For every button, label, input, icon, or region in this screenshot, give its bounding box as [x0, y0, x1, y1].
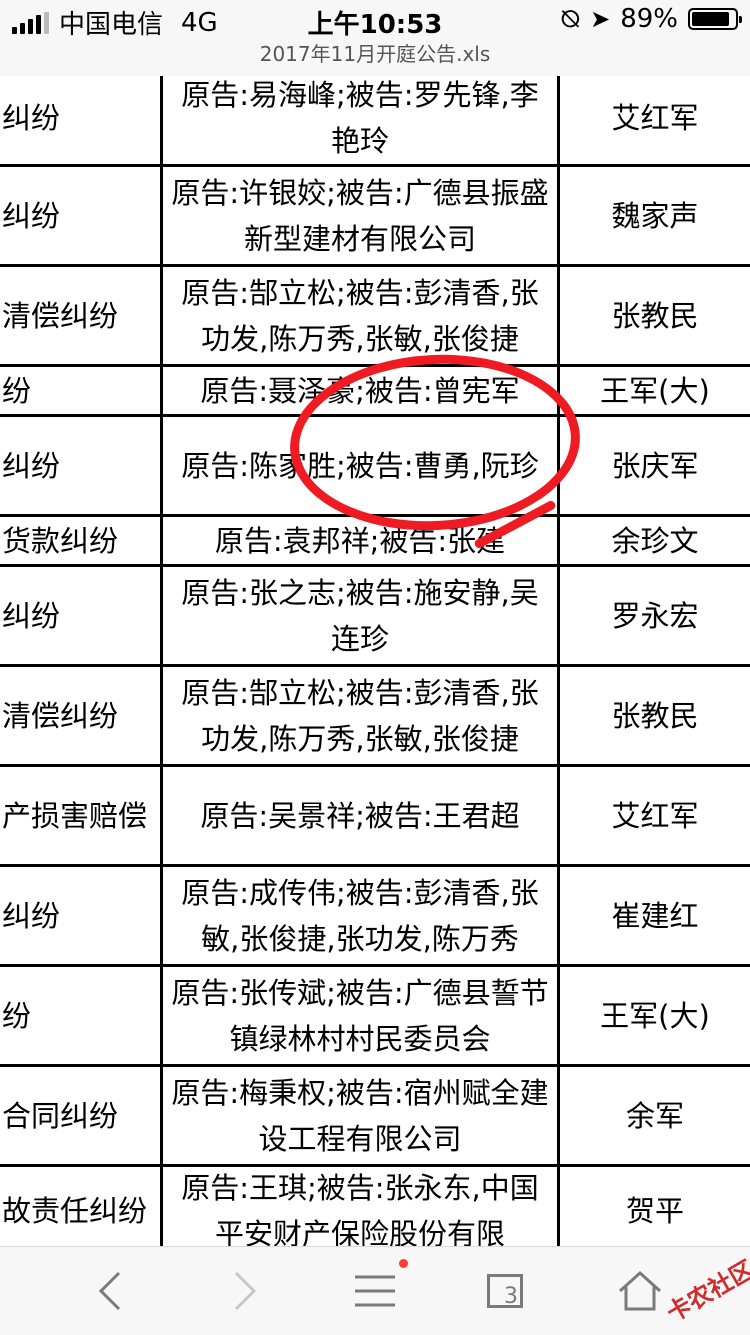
table-row: 纠纷 原告:易海峰;被告:罗先锋,李艳玲 艾红军 — [0, 76, 750, 167]
parties-cell: 原告:梅秉权;被告:宿州赋全建设工程有限公司 — [163, 1067, 557, 1164]
tabs-icon: 3 — [487, 1274, 523, 1309]
parties-text: 原告:吴景祥;被告:王君超 — [200, 798, 520, 833]
table-row: 产损害赔偿 原告:吴景祥;被告:王君超 艾红军 — [0, 767, 750, 867]
tabs-button[interactable]: 3 — [445, 1247, 565, 1335]
table-row: 纷 原告:张传斌;被告:广德县誓节镇绿林村村民委员会 王军(大) — [0, 967, 750, 1067]
parties-cell: 原告:许银姣;被告:广德县振盛新型建材有限公司 — [163, 167, 557, 264]
judge-cell: 艾红军 — [611, 798, 699, 833]
table-row: 货款纠纷 原告:袁邦祥;被告:张建 余珍文 — [0, 517, 750, 567]
hamburger-menu-icon — [355, 1275, 395, 1307]
case-cause-cell: 货款纠纷 — [2, 523, 119, 558]
notification-dot — [399, 1259, 408, 1268]
judge-cell: 王军(大) — [600, 998, 710, 1033]
parties-cell: 原告:张之志;被告:施安静,吴连珍 — [163, 567, 557, 664]
battery-percent: 89% — [620, 4, 678, 34]
case-cause-cell: 清偿纠纷 — [2, 698, 119, 733]
parties-cell: 原告:易海峰;被告:罗先锋,李艳玲 — [163, 76, 557, 164]
tabs-count: 3 — [504, 1284, 518, 1309]
column-divider — [557, 76, 560, 1246]
back-button[interactable] — [50, 1247, 170, 1335]
column-divider — [160, 76, 163, 1246]
parties-text: 原告:张之志;被告:施安静,吴连珍 — [181, 575, 539, 656]
case-cause-cell: 产损害赔偿 — [2, 798, 148, 833]
table-row: 清偿纠纷 原告:郜立松;被告:彭清香,张功发,陈万秀,张敏,张俊捷 张教民 — [0, 667, 750, 767]
parties-text: 原告:王琪;被告:张永东,中国平安财产保险股份有限 — [181, 1170, 539, 1247]
spreadsheet-table[interactable]: 纠纷 原告:易海峰;被告:罗先锋,李艳玲 艾红军 纠纷 原告:许银姣;被告:广德县振盛新… — [0, 76, 750, 1246]
browser-toolbar: 3 — [0, 1246, 750, 1335]
parties-cell: 原告:聂泽豪;被告:曾宪军 — [163, 367, 557, 414]
judge-cell: 张教民 — [611, 298, 699, 333]
case-cause-cell: 纠纷 — [2, 101, 61, 135]
case-cause-cell: 纷 — [2, 373, 32, 408]
parties-text: 原告:郜立松;被告:彭清香,张功发,陈万秀,张敏,张俊捷 — [181, 275, 539, 356]
table-row: 纠纷 原告:张之志;被告:施安静,吴连珍 罗永宏 — [0, 567, 750, 667]
status-right: ⦰ ➤ 89% — [560, 4, 742, 34]
table-row: 清偿纠纷 原告:郜立松;被告:彭清香,张功发,陈万秀,张敏,张俊捷 张教民 — [0, 267, 750, 367]
judge-cell: 王军(大) — [600, 373, 710, 408]
parties-text: 原告:郜立松;被告:彭清香,张功发,陈万秀,张敏,张俊捷 — [181, 675, 539, 756]
status-bar: 中国电信 4G 上午10:53 ⦰ ➤ 89% — [0, 0, 750, 40]
parties-cell: 原告:陈家胜;被告:曹勇,阮珍 — [163, 417, 557, 514]
parties-cell: 原告:吴景祥;被告:王君超 — [163, 767, 557, 864]
parties-cell: 原告:袁邦祥;被告:张建 — [163, 517, 557, 564]
chevron-left-icon — [98, 1271, 121, 1311]
forward-button[interactable] — [185, 1247, 305, 1335]
case-cause-cell: 合同纠纷 — [2, 1098, 119, 1133]
parties-cell: 原告:张传斌;被告:广德县誓节镇绿林村村民委员会 — [163, 967, 557, 1064]
table-row: 合同纠纷 原告:梅秉权;被告:宿州赋全建设工程有限公司 余军 — [0, 1067, 750, 1167]
table-row: 纠纷 原告:许银姣;被告:广德县振盛新型建材有限公司 魏家声 — [0, 167, 750, 267]
parties-cell: 原告:成传伟;被告:彭清香,张敏,张俊捷,张功发,陈万秀 — [163, 867, 557, 964]
home-icon — [618, 1271, 662, 1311]
file-title: 2017年11月开庭公告.xls — [0, 40, 750, 76]
location-arrow-icon: ➤ — [590, 5, 611, 33]
parties-cell: 原告:郜立松;被告:彭清香,张功发,陈万秀,张敏,张俊捷 — [163, 667, 557, 764]
table-row: 纠纷 原告:成传伟;被告:彭清香,张敏,张俊捷,张功发,陈万秀 崔建红 — [0, 867, 750, 967]
battery-icon — [688, 8, 742, 30]
parties-text: 原告:梅秉权;被告:宿州赋全建设工程有限公司 — [171, 1075, 549, 1156]
parties-text: 原告:袁邦祥;被告:张建 — [214, 523, 506, 558]
parties-cell: 原告:郜立松;被告:彭清香,张功发,陈万秀,张敏,张俊捷 — [163, 267, 557, 364]
judge-cell: 余珍文 — [611, 523, 699, 558]
parties-text: 原告:易海峰;被告:罗先锋,李艳玲 — [181, 78, 539, 158]
parties-text: 原告:陈家胜;被告:曹勇,阮珍 — [181, 448, 539, 483]
table-row: 纷 原告:聂泽豪;被告:曾宪军 王军(大) — [0, 367, 750, 417]
chevron-right-icon — [234, 1271, 257, 1311]
case-cause-cell: 纠纷 — [2, 898, 61, 933]
case-cause-cell: 故责任纠纷 — [2, 1193, 148, 1228]
menu-button[interactable] — [315, 1247, 435, 1335]
parties-text: 原告:许银姣;被告:广德县振盛新型建材有限公司 — [171, 175, 549, 256]
case-cause-cell: 纠纷 — [2, 598, 61, 633]
parties-text: 原告:张传斌;被告:广德县誓节镇绿林村村民委员会 — [171, 975, 549, 1056]
table-row: 纠纷 原告:陈家胜;被告:曹勇,阮珍 张庆军 — [0, 417, 750, 517]
judge-cell: 艾红军 — [611, 101, 699, 135]
case-cause-cell: 纷 — [2, 998, 32, 1033]
judge-cell: 张教民 — [611, 698, 699, 733]
parties-text: 原告:成传伟;被告:彭清香,张敏,张俊捷,张功发,陈万秀 — [181, 875, 539, 956]
parties-cell: 原告:王琪;被告:张永东,中国平安财产保险股份有限 — [163, 1167, 557, 1247]
judge-cell: 崔建红 — [611, 898, 699, 933]
judge-cell: 张庆军 — [611, 448, 699, 483]
judge-cell: 贺平 — [625, 1193, 684, 1228]
case-cause-cell: 纠纷 — [2, 448, 61, 483]
parties-text: 原告:聂泽豪;被告:曾宪军 — [200, 373, 520, 408]
judge-cell: 魏家声 — [611, 198, 699, 233]
judge-cell: 罗永宏 — [611, 598, 699, 633]
case-cause-cell: 纠纷 — [2, 198, 61, 233]
rotation-lock-icon: ⦰ — [560, 5, 581, 33]
table-row: 故责任纠纷 原告:王琪;被告:张永东,中国平安财产保险股份有限 贺平 — [0, 1167, 750, 1247]
case-cause-cell: 清偿纠纷 — [2, 298, 119, 333]
judge-cell: 余军 — [625, 1098, 684, 1133]
